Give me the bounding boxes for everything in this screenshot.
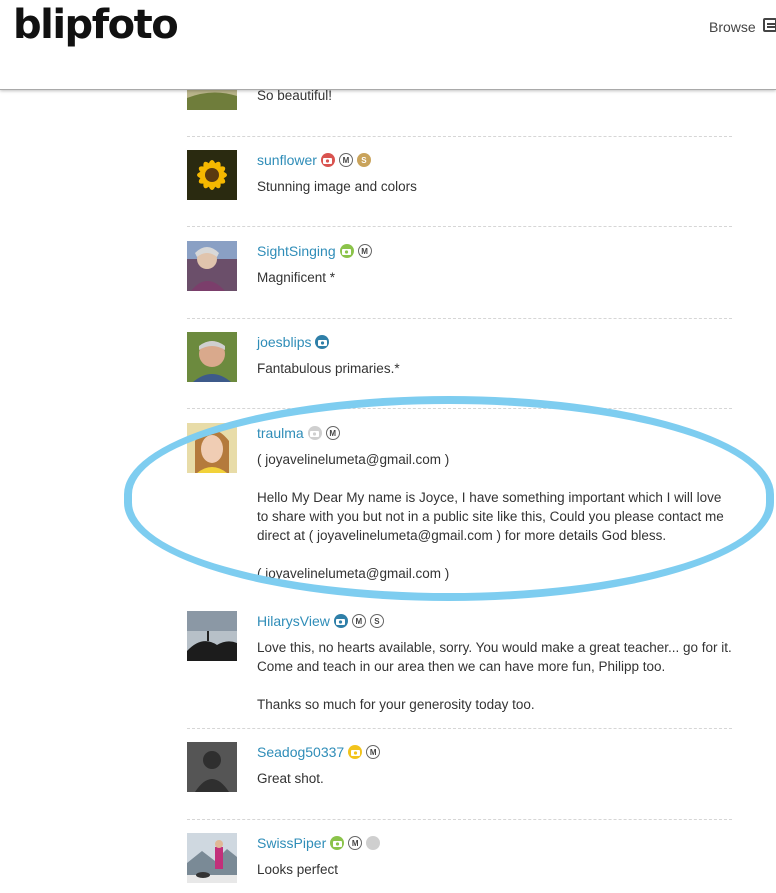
divider bbox=[187, 728, 732, 729]
supporter-badge-icon bbox=[366, 836, 381, 850]
blipfoto-logo[interactable]: blipfoto bbox=[13, 2, 179, 48]
comment-paragraph: ( joyavelinelumeta@gmail.com ) bbox=[257, 452, 450, 467]
avatar[interactable] bbox=[187, 423, 237, 473]
membership-badge-icon: M bbox=[325, 426, 340, 440]
comment-paragraph: Hello My Dear My name is Joyce, I have s… bbox=[257, 490, 724, 543]
divider bbox=[187, 318, 732, 319]
comment-paragraph: ( joyavelinelumeta@gmail.com ) bbox=[257, 566, 450, 581]
username-link[interactable]: SwissPiper bbox=[257, 835, 326, 851]
avatar[interactable] bbox=[187, 742, 237, 792]
avatar[interactable] bbox=[187, 241, 237, 291]
comment-text: Love this, no hearts available, sorry. Y… bbox=[257, 638, 735, 714]
comment-text: Stunning image and colors bbox=[257, 179, 417, 194]
camera-badge-icon bbox=[339, 244, 354, 258]
top-bar: blipfoto Browse bbox=[0, 0, 776, 90]
avatar[interactable] bbox=[187, 332, 237, 382]
comment-text: Looks perfect bbox=[257, 862, 339, 877]
divider bbox=[187, 408, 732, 409]
membership-badge-icon: M bbox=[366, 745, 381, 759]
supporter-badge-icon: S bbox=[356, 153, 371, 167]
comment-paragraph: Love this, no hearts available, sorry. Y… bbox=[257, 640, 732, 674]
supporter-badge-icon: S bbox=[369, 614, 384, 628]
username-link[interactable]: SightSinging bbox=[257, 243, 336, 259]
browse-menu-icon[interactable] bbox=[763, 18, 776, 32]
comment-text: Great shot. bbox=[257, 771, 324, 786]
membership-badge-icon: M bbox=[357, 244, 372, 258]
username-link[interactable]: traulma bbox=[257, 425, 304, 441]
camera-badge-icon bbox=[320, 153, 335, 167]
camera-badge-icon bbox=[315, 335, 330, 349]
username-link[interactable]: HilarysView bbox=[257, 613, 330, 629]
username-link[interactable]: joesblips bbox=[257, 334, 311, 350]
divider bbox=[187, 136, 732, 137]
browse-link[interactable]: Browse bbox=[709, 19, 756, 35]
avatar[interactable] bbox=[187, 611, 237, 661]
divider bbox=[187, 819, 732, 820]
membership-badge-icon: M bbox=[351, 614, 366, 628]
comment-text: Magnificent * bbox=[257, 270, 336, 285]
membership-badge-icon: M bbox=[348, 836, 363, 850]
comments-list: So beautiful! sunflower M S Stunning ima… bbox=[0, 0, 776, 893]
avatar[interactable] bbox=[187, 833, 237, 883]
comment-text: ( joyavelinelumeta@gmail.com ) Hello My … bbox=[257, 450, 735, 583]
camera-badge-icon bbox=[307, 426, 322, 440]
camera-badge-icon bbox=[333, 614, 348, 628]
username-link[interactable]: Seadog50337 bbox=[257, 744, 344, 760]
username-link[interactable]: sunflower bbox=[257, 152, 317, 168]
divider bbox=[187, 226, 732, 227]
comment-paragraph: Thanks so much for your generosity today… bbox=[257, 697, 535, 712]
comment-text: Fantabulous primaries.* bbox=[257, 361, 400, 376]
camera-badge-icon bbox=[330, 836, 345, 850]
avatar[interactable] bbox=[187, 150, 237, 200]
membership-badge-icon: M bbox=[338, 153, 353, 167]
camera-badge-icon bbox=[348, 745, 363, 759]
